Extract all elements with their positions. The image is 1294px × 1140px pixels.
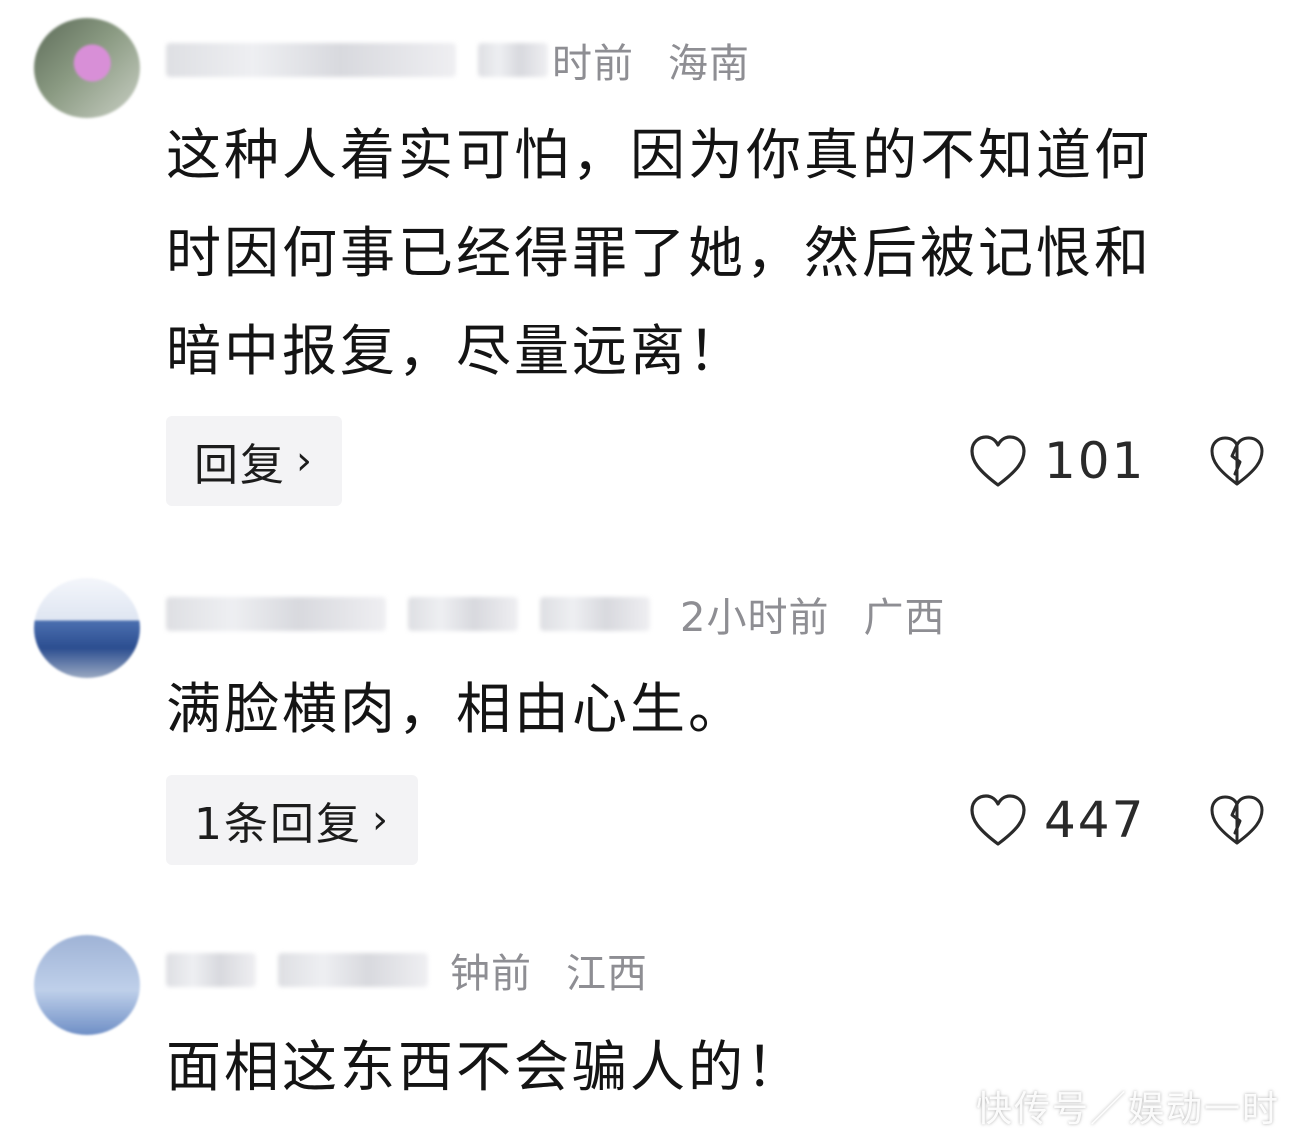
reply-button[interactable]: 1条回复 ›: [166, 775, 418, 865]
broken-heart-icon: [1210, 436, 1264, 486]
like-count: 101: [1044, 432, 1146, 490]
chevron-right-icon: ›: [372, 797, 390, 843]
reply-label: 回复: [194, 440, 286, 491]
comment-time: 钟前: [450, 951, 532, 997]
dislike-button[interactable]: [1208, 416, 1266, 506]
comment-meta: 2小时前 广西: [680, 585, 945, 643]
comment-header: 钟前 江西: [166, 940, 648, 1000]
chevron-right-icon: ›: [296, 438, 314, 484]
dislike-button[interactable]: [1208, 775, 1266, 865]
like-button[interactable]: 101: [968, 416, 1145, 506]
username-blurred[interactable]: [166, 43, 456, 77]
broken-heart-icon: [1210, 795, 1264, 845]
comment-meta: 时前 海南: [552, 31, 750, 89]
comment-meta: 钟前 江西: [450, 941, 648, 999]
comment-text: 满脸横肉，相由心生。: [166, 677, 747, 741]
comment-location: 广西: [863, 595, 946, 641]
time-blurred: [478, 43, 548, 77]
comment-time: 时前: [552, 41, 634, 87]
heart-outline-icon: [970, 794, 1026, 846]
username-blurred[interactable]: [166, 953, 256, 987]
comment-header: 时前 海南: [166, 30, 750, 90]
username-blurred: [278, 953, 428, 987]
comment-text: 这种人着实可怕，因为你真的不知道何 时因何事已经得罪了她，然后被记恨和 暗中报复…: [166, 123, 1153, 383]
avatar[interactable]: [34, 578, 140, 678]
watermark-text: 快传号／娱动一时: [975, 1089, 1280, 1130]
comment-location: 江西: [566, 951, 648, 997]
comment-header: 2小时前 广西: [166, 584, 945, 644]
reply-button[interactable]: 回复 ›: [166, 416, 342, 506]
avatar[interactable]: [34, 935, 140, 1035]
username-blurred: [540, 597, 650, 631]
reply-label: 1条回复: [194, 799, 362, 850]
comment-time: 2小时前: [680, 595, 830, 641]
username-blurred[interactable]: [166, 597, 386, 631]
avatar[interactable]: [34, 18, 140, 118]
like-count: 447: [1044, 791, 1146, 849]
username-blurred: [408, 597, 518, 631]
heart-outline-icon: [970, 435, 1026, 487]
like-button[interactable]: 447: [968, 775, 1145, 865]
comment-location: 海南: [668, 41, 750, 87]
